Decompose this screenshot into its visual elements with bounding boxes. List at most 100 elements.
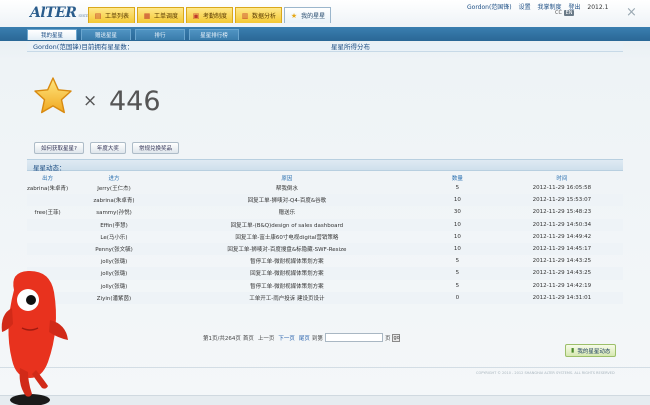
star-icon [34, 77, 72, 114]
cell-quantity: 0 [413, 291, 501, 304]
cell-from [27, 218, 69, 231]
how-to-earn-button[interactable]: 如何获取星星? [34, 142, 84, 154]
cell-time: 2012-11-29 14:50:34 [500, 218, 623, 231]
cell-time: 2012-11-29 14:45:17 [500, 242, 623, 256]
table-row: zabrina(朱卓青) Jerry(王仁杰) 帮我倒水 5 2012-11-29 16… [27, 182, 623, 194]
cell-to: Jerry(王仁杰) [97, 186, 131, 193]
pagination: 第1页/共264页 首页 上一页 下一页 尾页 到第 页 go [203, 333, 401, 342]
cell-reason: 回复工单-狮唛对-Q4-百度&谷歌 [159, 194, 414, 207]
star-activity-table: 出方 进方 原因 数量 时间 zabrina(朱卓青) Jerry(王仁杰) 帮我倒… [27, 173, 623, 304]
redeem-prizes-button[interactable]: 常规兑换奖品 [131, 142, 179, 154]
column-header-quantity: 数量 [451, 175, 463, 182]
my-star-activity-button[interactable]: ▮ 我的星星动态 [565, 344, 617, 357]
language-badge: EN [563, 10, 575, 16]
tab-ranking[interactable]: 排行 [135, 29, 185, 40]
star-distribution-title: 星星所得分布 [331, 43, 370, 51]
table-row: Penny(张文毓) 回复工单-狮唛对-百度搜盘&标隐藏-SWF-Resize 10… [27, 242, 623, 256]
prev-page-link[interactable]: 上一页 [258, 334, 275, 342]
user-name-link[interactable]: Gordon(范国锋) [467, 4, 512, 11]
cell-quantity: 5 [455, 258, 460, 265]
cell-time: 2012-11-29 14:42:19 [532, 282, 592, 289]
table-row: Le(马小乐) 回复工单-富士康60寸电视digital营销策略 10 2012-11… [27, 231, 623, 243]
module-tab-my-stars[interactable]: ★ 我的星星 [284, 7, 332, 23]
star-activity-title: 星星动态： [33, 164, 66, 172]
tab-my-stars[interactable]: 我的星星 [27, 29, 77, 40]
module-tab-ticket-list[interactable]: ▤ 工单列表 [88, 7, 136, 23]
cell-reason: 回复工单-狮唛对-百度搜盘&标隐藏-SWF-Resize [159, 242, 414, 256]
close-icon[interactable]: × [626, 5, 637, 20]
cell-quantity: 10 [413, 242, 501, 256]
tab-star-leaderboard[interactable]: 星星排行榜 [189, 29, 239, 40]
action-buttons: 如何获取星星? 年度大奖 常规兑换奖品 [34, 142, 185, 154]
cell-from [27, 231, 68, 243]
column-header-to: 进方 [108, 175, 120, 182]
cell-quantity: 30 [453, 209, 461, 216]
module-tabs: ▤ 工单列表 ▦ 工单调度 ▣ 考勤制度 ▥ 数据分析 ★ 我的星星 [88, 7, 333, 23]
module-tab-dispatch[interactable]: ▦ 工单调度 [137, 7, 185, 23]
table-row: jolly(张璐) 暂停工单-微耐视媒体策划方案 5 2012-11-29 14:43… [27, 255, 623, 267]
calendar-icon: ▣ [192, 11, 200, 20]
cell-to: jolly(张璐) [100, 259, 128, 266]
star-icon: ★ [290, 11, 298, 20]
star-count: 446 [109, 86, 161, 117]
cell-quantity: 10 [413, 194, 501, 207]
annual-award-button[interactable]: 年度大奖 [89, 142, 126, 154]
cell-to: Penny(张文毓) [68, 242, 160, 256]
table-row: Effin(李慧) 回复工单-(B&Q)design of sales dashb… [27, 218, 623, 231]
monster-mascot-icon [1, 270, 68, 405]
cell-time: 2012-11-29 15:48:23 [532, 209, 592, 216]
cell-from: zabrina(朱卓青) [27, 186, 69, 193]
settings-link[interactable]: 设置 [519, 4, 531, 11]
cell-reason: 暂停工单-微耐视媒体策划方案 [250, 283, 324, 290]
table-row: zabrina(朱卓青) 回复工单-狮唛对-Q4-百度&谷歌 10 2012-11-2… [27, 194, 623, 207]
version-label: 2012.1 [587, 4, 609, 11]
cell-quantity: 5 [413, 267, 501, 280]
cell-to: jolly(张璐) [68, 267, 160, 280]
brand-logo: AlTER SYSTEMS [30, 5, 96, 21]
star-activity-header: 星星动态： [27, 159, 623, 172]
column-header-reason: 原因 [281, 175, 293, 182]
copyright-text: COPYRIGHT © 2010 - 2012 SHANGHAI ALTER S… [476, 371, 615, 375]
cell-time: 2012-11-29 15:53:07 [500, 194, 623, 207]
table-row: free(王菲) sammy(孙悦) 赠送乐 30 2012-11-29 15:48:2… [27, 206, 623, 218]
cell-to: zabrina(朱卓青) [68, 194, 160, 207]
cell-quantity: 5 [455, 282, 460, 289]
cell-to: Ziyin(潘紫茵) [68, 291, 160, 304]
language-switch[interactable]: CC EN [555, 10, 575, 16]
first-page-link[interactable]: 首页 [243, 334, 254, 342]
cell-quantity: 5 [455, 185, 460, 192]
module-tab-analytics[interactable]: ▥ 数据分析 [235, 7, 283, 23]
module-tab-attendance[interactable]: ▣ 考勤制度 [186, 7, 234, 23]
page-info: 第1页/共264页 [203, 335, 241, 342]
cell-from [27, 242, 69, 256]
tab-give-stars[interactable]: 赠送星星 [81, 29, 131, 40]
cell-to: sammy(孙悦) [96, 210, 132, 217]
go-button[interactable]: go [392, 333, 401, 342]
bottom-bar [0, 395, 650, 405]
column-header-from: 出方 [42, 175, 54, 182]
cell-time: 2012-11-29 14:49:42 [532, 233, 592, 240]
cell-reason: 回复工单-(B&Q)design of sales dashboard [159, 218, 414, 231]
user-links: Gordon(范国锋) 设置 我掌制度 登出 2012.1 [467, 2, 613, 11]
cell-time: 2012-11-29 14:31:01 [500, 291, 623, 304]
table-row: Ziyin(潘紫茵) 工单开工-雨户投诉 建设页设计 0 2012-11-29 14:… [27, 291, 623, 304]
list-icon: ▤ [94, 11, 102, 20]
summary-header: Gordon(范国锋)目前拥有星星数： 星星所得分布 [27, 43, 623, 52]
cell-reason: 回复工单-微耐视媒体策划方案 [159, 267, 414, 280]
footer-divider [0, 367, 650, 368]
table-row: jolly(张璐) 暂停工单-微耐视媒体策划方案 5 2012-11-29 14:42… [27, 280, 623, 292]
cell-reason: 暂停工单-微耐视媒体策划方案 [250, 259, 324, 266]
cell-time: 2012-11-29 14:43:25 [532, 258, 592, 265]
cell-reason: 帮我倒水 [275, 186, 298, 193]
last-page-link[interactable]: 尾页 [299, 334, 310, 342]
cell-to: Effin(李慧) [68, 218, 160, 231]
multiply-sign: × [83, 91, 98, 111]
sub-tabs: 我的星星 赠送星星 排行 星星排行榜 [27, 29, 243, 40]
top-bar: AlTER SYSTEMS ▤ 工单列表 ▦ 工单调度 ▣ 考勤制度 ▥ 数据分析 ★ 我的… [0, 0, 650, 27]
cell-reason: 工单开工-雨户投诉 建设页设计 [159, 291, 414, 304]
dispatch-icon: ▦ [143, 11, 151, 20]
flag-icon: ▮ [571, 347, 575, 354]
page-number-input[interactable] [324, 333, 383, 342]
next-page-link[interactable]: 下一页 [278, 334, 295, 342]
cell-quantity: 10 [453, 233, 461, 240]
